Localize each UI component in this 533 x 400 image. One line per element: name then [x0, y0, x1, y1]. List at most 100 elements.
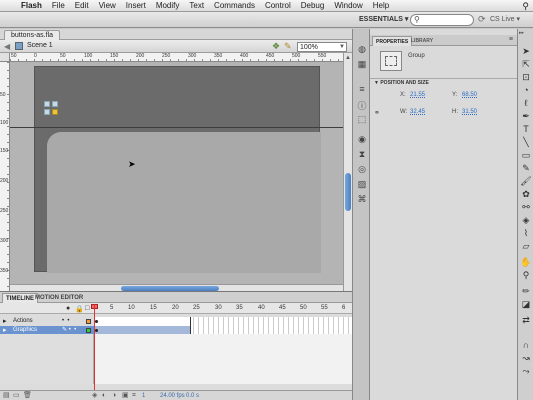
- panel-background-shape[interactable]: [47, 132, 321, 273]
- onion-skin-icon[interactable]: ◐: [102, 391, 106, 400]
- bone-tool-icon[interactable]: ⚯: [520, 201, 532, 213]
- horizontal-ruler[interactable]: 50 0 50 100 150 200 250 300 350 400 450 …: [10, 53, 343, 62]
- rectangle-tool-icon[interactable]: ▭: [520, 149, 532, 161]
- eraser-tool-icon[interactable]: ▱: [520, 240, 532, 252]
- tab-motion-editor[interactable]: MOTION EDITOR: [32, 293, 86, 303]
- menu-help[interactable]: Help: [368, 1, 394, 10]
- menu-window[interactable]: Window: [329, 1, 367, 10]
- hand-tool-icon[interactable]: ✋: [520, 256, 532, 268]
- button-symbol[interactable]: [52, 101, 58, 107]
- frame-span[interactable]: [94, 317, 191, 326]
- layer-frames[interactable]: [94, 317, 352, 326]
- swap-colors-icon[interactable]: ⇄: [520, 314, 532, 326]
- center-frame-icon[interactable]: ◈: [92, 391, 97, 400]
- history-panel-icon[interactable]: ⧗: [357, 149, 367, 160]
- menu-debug[interactable]: Debug: [296, 1, 330, 10]
- lasso-tool-icon[interactable]: ℓ: [520, 97, 532, 109]
- layer-color-swatch[interactable]: [86, 328, 91, 333]
- w-value[interactable]: 32.45: [410, 109, 425, 115]
- vertical-scrollbar[interactable]: ▲: [343, 53, 352, 291]
- collapse-icon[interactable]: ▸▸: [519, 30, 524, 36]
- section-position-size[interactable]: ▼ POSITION AND SIZE: [370, 78, 517, 87]
- brush-tool-icon[interactable]: 🖌: [520, 175, 532, 187]
- frame-rate[interactable]: 24.00 fps: [160, 391, 185, 400]
- color-panel-icon[interactable]: ◍: [357, 44, 367, 55]
- keyframe[interactable]: [95, 320, 98, 323]
- menu-app[interactable]: Flash: [16, 1, 47, 10]
- eyedropper-tool-icon[interactable]: ⌇: [520, 227, 532, 239]
- guide-line[interactable]: [10, 127, 343, 128]
- code-snippets-icon[interactable]: ▨: [357, 179, 367, 190]
- components-panel-icon[interactable]: ◉: [357, 134, 367, 145]
- menu-control[interactable]: Control: [260, 1, 296, 10]
- constrain-proportions-icon[interactable]: ⚭: [374, 109, 380, 117]
- spotlight-icon[interactable]: ⚲: [522, 1, 529, 12]
- new-layer-icon[interactable]: ▤: [3, 391, 10, 400]
- vertical-scroll-thumb[interactable]: [345, 173, 351, 211]
- subselection-tool-icon[interactable]: ⇱: [520, 58, 532, 70]
- menu-commands[interactable]: Commands: [209, 1, 260, 10]
- menu-modify[interactable]: Modify: [151, 1, 185, 10]
- layer-name-cell[interactable]: ▸ Actions • •: [0, 317, 94, 326]
- pasteboard[interactable]: ➤: [10, 62, 343, 291]
- swatches-panel-icon[interactable]: ▦: [357, 59, 367, 70]
- help-search-input[interactable]: [423, 16, 471, 25]
- modify-markers-icon[interactable]: ⌗: [132, 391, 136, 400]
- panel-menu-icon[interactable]: ≡: [509, 36, 513, 43]
- lock-icon[interactable]: 🔒: [75, 305, 84, 313]
- layer-visibility-dots[interactable]: • •: [62, 317, 70, 326]
- motion-presets-icon[interactable]: ◎: [357, 164, 367, 175]
- button-symbol[interactable]: [44, 109, 50, 115]
- paint-bucket-tool-icon[interactable]: ◈: [520, 214, 532, 226]
- workspace-switcher[interactable]: ESSENTIALS ▾: [355, 14, 412, 26]
- vertical-ruler[interactable]: 50 100 150 200 250 300 350: [0, 62, 10, 291]
- scroll-up-icon[interactable]: ▲: [345, 55, 351, 61]
- menu-file[interactable]: File: [47, 1, 70, 10]
- stage[interactable]: [34, 66, 321, 273]
- button-symbol[interactable]: [52, 109, 58, 115]
- smooth-icon[interactable]: ↝: [520, 352, 532, 364]
- layer-color-swatch[interactable]: [86, 319, 91, 324]
- line-tool-icon[interactable]: ╲: [520, 136, 532, 148]
- keyframe[interactable]: [95, 329, 98, 332]
- edit-multiple-frames-icon[interactable]: ▣: [122, 391, 129, 400]
- tab-library[interactable]: LIBRARY: [408, 36, 436, 46]
- current-frame[interactable]: 1: [142, 391, 145, 400]
- actions-panel-icon[interactable]: ⌘: [357, 194, 367, 205]
- text-tool-icon[interactable]: T: [520, 123, 532, 135]
- menu-edit[interactable]: Edit: [70, 1, 94, 10]
- layer-row-actions[interactable]: ▸ Actions • •: [0, 317, 352, 326]
- document-tab[interactable]: buttons-as.fla: [4, 30, 61, 40]
- button-symbol[interactable]: [44, 101, 50, 107]
- fill-color-icon[interactable]: ◪: [520, 298, 532, 310]
- cs-live-button[interactable]: CS Live ▾: [490, 15, 520, 23]
- info-panel-icon[interactable]: ⓘ: [357, 99, 367, 112]
- free-transform-tool-icon[interactable]: ⊡: [520, 71, 532, 83]
- zoom-tool-icon[interactable]: ⚲: [520, 269, 532, 281]
- onion-outline-icon[interactable]: ◑: [112, 391, 116, 400]
- y-value[interactable]: 68.50: [462, 92, 477, 98]
- tab-properties[interactable]: PROPERTIES: [372, 36, 413, 46]
- eye-icon[interactable]: ●: [66, 305, 70, 312]
- h-value[interactable]: 31.50: [462, 109, 477, 115]
- new-folder-icon[interactable]: ▭: [13, 391, 20, 400]
- straighten-icon[interactable]: ⤳: [520, 365, 532, 377]
- menu-view[interactable]: View: [94, 1, 121, 10]
- cs-live-icon[interactable]: ⟳: [478, 14, 486, 25]
- back-arrow-icon[interactable]: ◀: [4, 42, 10, 51]
- pencil-tool-icon[interactable]: ✎: [520, 162, 532, 174]
- help-search-box[interactable]: ⚲: [410, 14, 474, 26]
- menu-insert[interactable]: Insert: [121, 1, 151, 10]
- align-panel-icon[interactable]: ≡: [357, 84, 367, 94]
- x-value[interactable]: 21.55: [410, 92, 425, 98]
- edit-symbols-icon[interactable]: ❖: [272, 41, 280, 52]
- scene-label[interactable]: Scene 1: [27, 42, 53, 49]
- outline-icon[interactable]: □: [85, 305, 89, 312]
- menu-text[interactable]: Text: [184, 1, 209, 10]
- selection-tool-icon[interactable]: ➤: [520, 45, 532, 57]
- playhead[interactable]: [94, 304, 95, 400]
- delete-layer-icon[interactable]: 🗑: [23, 391, 32, 400]
- pen-tool-icon[interactable]: ✒: [520, 110, 532, 122]
- stroke-color-icon[interactable]: ✏: [520, 285, 532, 297]
- snap-to-objects-icon[interactable]: ∩: [520, 339, 532, 351]
